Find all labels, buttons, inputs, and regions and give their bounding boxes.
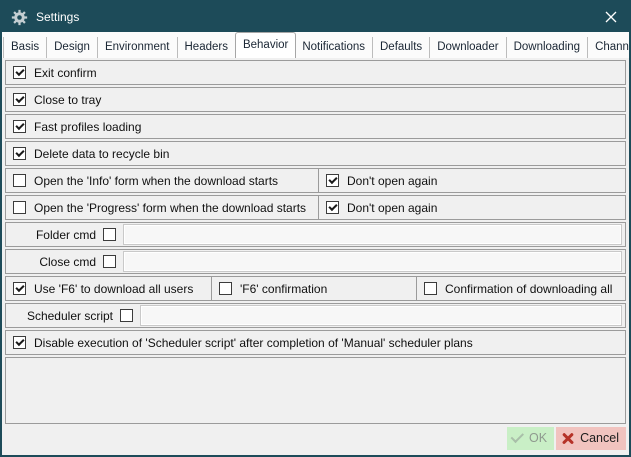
disable-scheduler-script-checkbox-box[interactable]	[13, 336, 26, 349]
use-f6-download-all-label: Use 'F6' to download all users	[34, 282, 193, 296]
use-f6-download-all-checkbox-box[interactable]	[13, 282, 26, 295]
cancel-button[interactable]: Cancel	[556, 427, 626, 450]
checkbox-f6-confirmation[interactable]: 'F6' confirmation	[212, 282, 327, 296]
dont-open-again-progress-checkbox-box[interactable]	[326, 201, 339, 214]
x-icon	[561, 431, 575, 445]
ok-button-label: OK	[529, 431, 547, 445]
row-close-to-tray: Close to tray	[5, 87, 626, 112]
window-title: Settings	[36, 10, 79, 24]
delete-data-recycle-bin-label: Delete data to recycle bin	[34, 147, 169, 161]
tab-environment[interactable]: Environment	[98, 37, 178, 58]
checkbox-disable-scheduler-script[interactable]: Disable execution of 'Scheduler script' …	[6, 336, 473, 350]
checkbox-fast-profiles-loading[interactable]: Fast profiles loading	[6, 120, 141, 134]
row-disable-scheduler-script: Disable execution of 'Scheduler script' …	[5, 330, 626, 355]
fast-profiles-loading-checkbox-box[interactable]	[13, 120, 26, 133]
close-cmd-checkbox[interactable]	[103, 255, 116, 268]
tab-channels[interactable]: Channels	[588, 37, 631, 58]
tab-downloading[interactable]: Downloading	[507, 37, 589, 58]
disable-scheduler-script-label: Disable execution of 'Scheduler script' …	[34, 336, 473, 350]
behavior-tab-page: Exit confirm Close to tray Fast profiles…	[2, 58, 629, 424]
tab-bar: Basis Design Environment Headers Behavio…	[2, 32, 629, 58]
gear-icon	[11, 9, 28, 26]
row-delete-data-recycle-bin: Delete data to recycle bin	[5, 141, 626, 166]
titlebar[interactable]: Settings	[2, 2, 629, 32]
exit-confirm-checkbox-box[interactable]	[13, 66, 26, 79]
scheduler-script-checkbox[interactable]	[120, 309, 133, 322]
scheduler-script-label: Scheduler script	[6, 309, 113, 323]
open-progress-form-checkbox-box[interactable]	[13, 201, 26, 214]
row-f6-options: Use 'F6' to download all users 'F6' conf…	[5, 276, 626, 301]
dont-open-again-progress-label: Don't open again	[347, 201, 437, 215]
tab-design[interactable]: Design	[47, 37, 98, 58]
checkbox-close-to-tray[interactable]: Close to tray	[6, 93, 101, 107]
ok-button[interactable]: OK	[507, 427, 554, 450]
row-folder-cmd: Folder cmd	[5, 222, 626, 247]
checkbox-use-f6-download-all[interactable]: Use 'F6' to download all users	[6, 282, 193, 296]
folder-cmd-label: Folder cmd	[6, 228, 96, 242]
checkbox-open-info-form[interactable]: Open the 'Info' form when the download s…	[6, 174, 278, 188]
settings-dialog: Settings Basis Design Environment Header…	[0, 0, 631, 457]
tab-downloader[interactable]: Downloader	[430, 37, 506, 58]
exit-confirm-label: Exit confirm	[34, 66, 97, 80]
fast-profiles-loading-label: Fast profiles loading	[34, 120, 141, 134]
tab-behavior[interactable]: Behavior	[235, 32, 296, 58]
close-button[interactable]	[593, 2, 629, 32]
open-info-form-checkbox-box[interactable]	[13, 174, 26, 187]
confirmation-downloading-all-label: Confirmation of downloading all	[445, 282, 612, 296]
row-open-progress-form: Open the 'Progress' form when the downlo…	[5, 195, 626, 220]
check-icon	[511, 429, 524, 442]
close-to-tray-label: Close to tray	[34, 93, 101, 107]
row-exit-confirm: Exit confirm	[5, 60, 626, 85]
close-cmd-label: Close cmd	[6, 255, 96, 269]
footer-bar: OK Cancel	[2, 424, 629, 455]
delete-data-recycle-bin-checkbox-box[interactable]	[13, 147, 26, 160]
dont-open-again-info-label: Don't open again	[347, 174, 437, 188]
confirmation-downloading-all-checkbox-box[interactable]	[424, 282, 437, 295]
dont-open-again-info-checkbox-box[interactable]	[326, 174, 339, 187]
open-progress-form-label: Open the 'Progress' form when the downlo…	[34, 201, 306, 215]
f6-confirmation-label: 'F6' confirmation	[240, 282, 327, 296]
row-scheduler-script: Scheduler script	[5, 303, 626, 328]
folder-cmd-input[interactable]	[123, 224, 622, 245]
close-to-tray-checkbox-box[interactable]	[13, 93, 26, 106]
tab-basis[interactable]: Basis	[3, 37, 47, 58]
checkbox-open-progress-form[interactable]: Open the 'Progress' form when the downlo…	[6, 201, 306, 215]
row-fast-profiles-loading: Fast profiles loading	[5, 114, 626, 139]
checkbox-delete-data-recycle-bin[interactable]: Delete data to recycle bin	[6, 147, 169, 161]
close-cmd-input[interactable]	[123, 251, 622, 272]
empty-panel	[5, 357, 626, 424]
open-info-form-label: Open the 'Info' form when the download s…	[34, 174, 278, 188]
checkbox-exit-confirm[interactable]: Exit confirm	[6, 66, 97, 80]
tab-defaults[interactable]: Defaults	[373, 37, 430, 58]
scheduler-script-input[interactable]	[140, 305, 622, 326]
tab-notifications[interactable]: Notifications	[295, 37, 373, 58]
checkbox-confirmation-downloading-all[interactable]: Confirmation of downloading all	[417, 282, 612, 296]
checkbox-dont-open-again-info[interactable]: Don't open again	[319, 174, 437, 188]
row-close-cmd: Close cmd	[5, 249, 626, 274]
folder-cmd-checkbox[interactable]	[103, 228, 116, 241]
row-open-info-form: Open the 'Info' form when the download s…	[5, 168, 626, 193]
f6-confirmation-checkbox-box[interactable]	[219, 282, 232, 295]
cancel-button-label: Cancel	[580, 431, 619, 445]
checkbox-dont-open-again-progress[interactable]: Don't open again	[319, 201, 437, 215]
tab-headers[interactable]: Headers	[178, 37, 236, 58]
close-icon	[605, 11, 617, 23]
